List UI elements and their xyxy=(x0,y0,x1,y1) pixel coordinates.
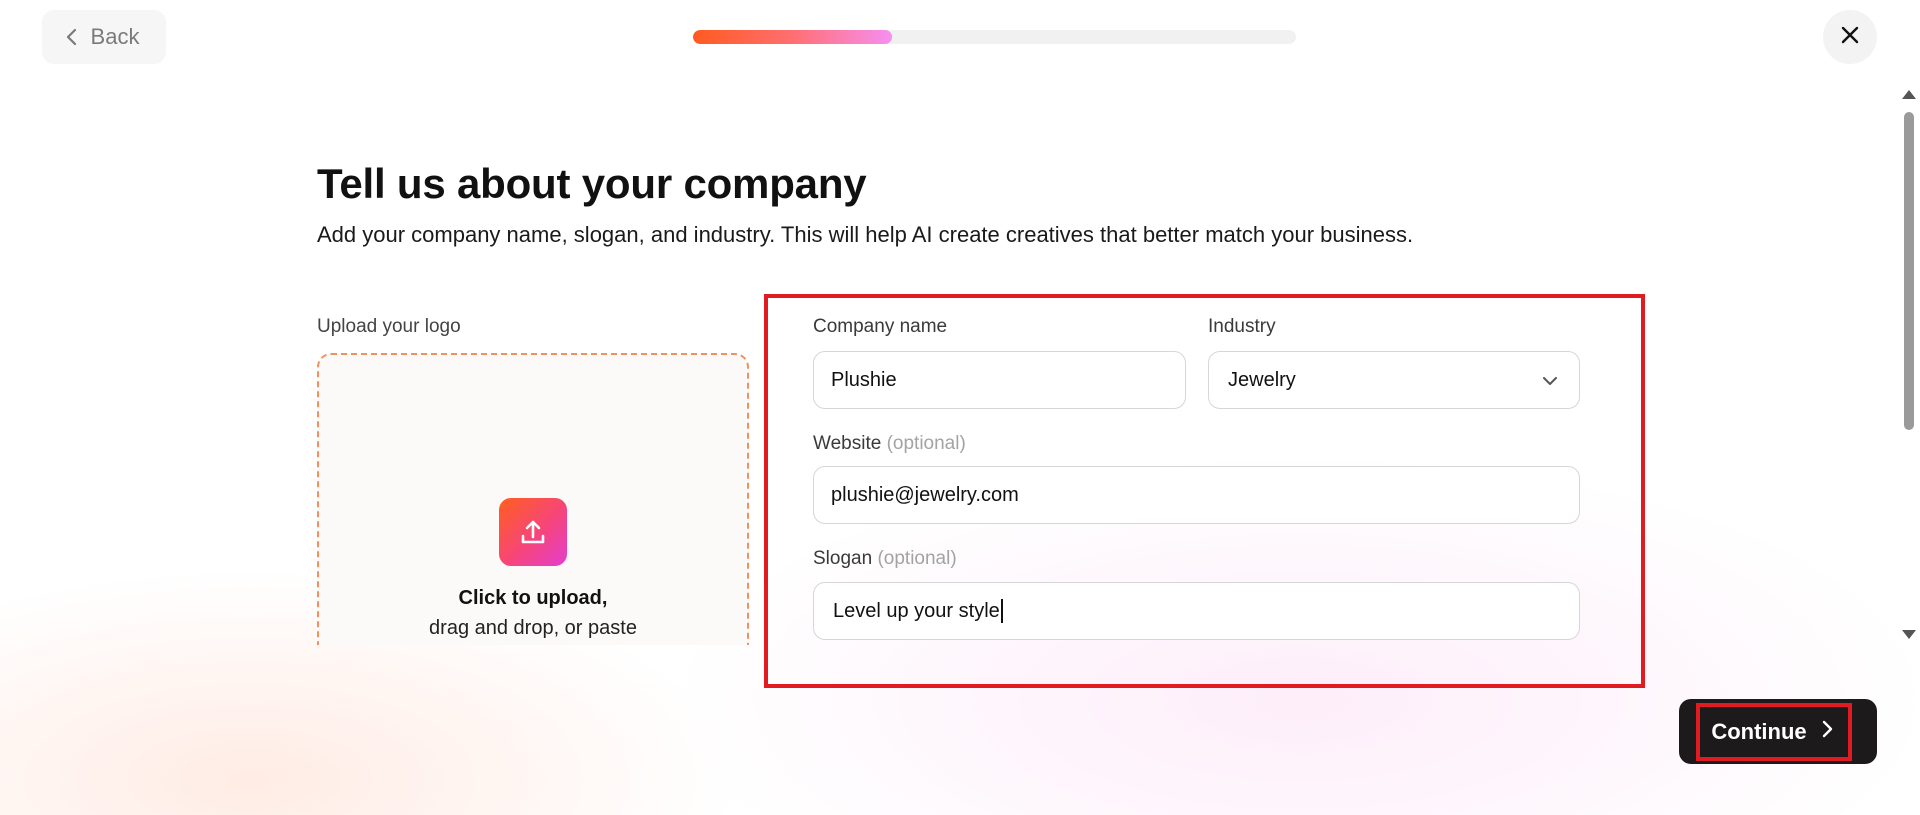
text-cursor xyxy=(1000,599,1003,623)
slogan-label-text: Slogan xyxy=(813,548,873,569)
upload-primary-text: Click to upload, xyxy=(458,587,608,609)
website-value: plushie@jewelry.com xyxy=(831,483,1019,506)
scroll-down-arrow-icon[interactable] xyxy=(1902,630,1916,639)
slogan-value: Level up your style xyxy=(833,599,1000,622)
website-label-text: Website xyxy=(813,433,882,454)
upload-icon xyxy=(499,498,567,566)
scroll-up-arrow-icon[interactable] xyxy=(1902,90,1916,99)
upload-secondary-text: drag and drop, or paste xyxy=(429,617,637,639)
chevron-down-icon xyxy=(1541,372,1559,396)
industry-select[interactable]: Jewelry xyxy=(1208,351,1580,409)
slogan-optional-tag: (optional) xyxy=(877,548,957,569)
chevron-left-icon xyxy=(65,27,79,47)
continue-button[interactable]: Continue xyxy=(1679,699,1877,764)
page-subtitle: Add your company name, slogan, and indus… xyxy=(317,222,1414,247)
slogan-label: Slogan (optional) xyxy=(813,548,957,570)
close-button[interactable] xyxy=(1823,10,1877,64)
page-title: Tell us about your company xyxy=(317,160,867,207)
website-label: Website (optional) xyxy=(813,433,966,455)
upload-logo-label: Upload your logo xyxy=(317,316,461,337)
logo-upload-dropzone[interactable]: Click to upload, drag and drop, or paste xyxy=(317,353,749,645)
company-name-input[interactable]: Plushie xyxy=(813,351,1186,409)
website-optional-tag: (optional) xyxy=(886,433,966,454)
company-name-value: Plushie xyxy=(831,368,897,391)
scrollbar-thumb[interactable] xyxy=(1904,112,1914,430)
industry-label: Industry xyxy=(1208,316,1276,337)
page-scrollbar[interactable] xyxy=(1898,88,1920,643)
slogan-input[interactable]: Level up your style xyxy=(813,582,1580,640)
progress-bar xyxy=(693,30,1296,44)
close-icon xyxy=(1840,25,1860,50)
industry-selected-value: Jewelry xyxy=(1228,368,1296,391)
website-input[interactable]: plushie@jewelry.com xyxy=(813,466,1580,524)
progress-bar-fill xyxy=(693,30,892,44)
continue-button-label: Continue xyxy=(1711,718,1807,744)
back-button[interactable]: Back xyxy=(42,10,166,64)
back-button-label: Back xyxy=(90,24,140,49)
chevron-right-icon xyxy=(1821,719,1833,745)
company-name-label: Company name xyxy=(813,316,948,337)
